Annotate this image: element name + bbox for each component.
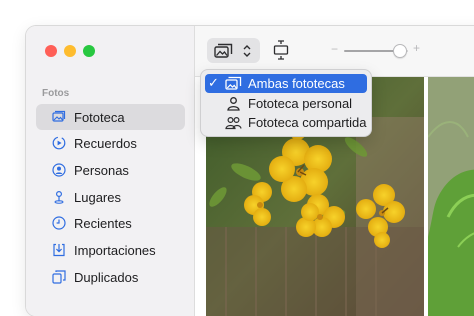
import-icon bbox=[52, 243, 66, 257]
library-menu: ✓ Ambas fototecas Fototeca personal Foto… bbox=[201, 70, 371, 136]
menu-item-ambas-fototecas[interactable]: ✓ Ambas fototecas bbox=[205, 74, 367, 93]
photos-library-icon bbox=[225, 76, 242, 90]
sidebar-item-duplicados[interactable]: Duplicados bbox=[36, 264, 185, 290]
sidebar-item-recuerdos[interactable]: Recuerdos bbox=[36, 130, 185, 156]
close-window-button[interactable] bbox=[45, 45, 57, 57]
menu-item-label: Ambas fototecas bbox=[248, 76, 345, 91]
sidebar-item-personas[interactable]: Personas bbox=[36, 157, 185, 183]
sidebar-item-fototeca[interactable]: Fototeca bbox=[36, 104, 185, 130]
fit-frame-icon[interactable] bbox=[273, 40, 289, 60]
sidebar-item-label: Lugares bbox=[74, 189, 121, 205]
menu-item-fototeca-personal[interactable]: Fototeca personal bbox=[205, 94, 367, 113]
two-people-icon bbox=[225, 116, 242, 130]
sidebar-item-label: Importaciones bbox=[74, 242, 156, 258]
menu-item-label: Fototeca compartida bbox=[248, 115, 367, 130]
photos-library-icon bbox=[214, 43, 233, 58]
minimize-window-button[interactable] bbox=[64, 45, 76, 57]
sidebar-item-label: Recuerdos bbox=[74, 135, 137, 151]
sidebar: Fotos Fototeca Recuerdos Personas Lugare… bbox=[26, 26, 195, 316]
library-selector-button[interactable] bbox=[207, 38, 260, 63]
sidebar-item-label: Duplicados bbox=[74, 269, 139, 285]
zoom-slider-knob[interactable] bbox=[393, 44, 407, 58]
sidebar-item-label: Personas bbox=[74, 162, 129, 178]
checkmark-icon: ✓ bbox=[208, 75, 219, 90]
sidebar-item-label: Recientes bbox=[74, 215, 132, 231]
sidebar-item-importaciones[interactable]: Importaciones bbox=[36, 237, 185, 263]
duplicates-icon bbox=[52, 270, 66, 284]
zoom-window-button[interactable] bbox=[83, 45, 95, 57]
photo-thumbnail-leaves[interactable] bbox=[428, 77, 474, 316]
zoom-slider-track[interactable] bbox=[344, 50, 400, 52]
sidebar-section-label: Fotos bbox=[42, 88, 70, 99]
menu-item-label: Fototeca personal bbox=[248, 96, 353, 111]
sidebar-item-label: Fototeca bbox=[74, 109, 125, 125]
person-icon bbox=[227, 97, 240, 111]
map-pin-icon bbox=[52, 190, 66, 204]
sidebar-item-recientes[interactable]: Recientes bbox=[36, 210, 185, 236]
zoom-in-icon[interactable]: + bbox=[413, 41, 420, 55]
person-circle-icon bbox=[52, 163, 66, 177]
clock-icon bbox=[52, 216, 66, 230]
chevron-up-down-icon bbox=[243, 44, 251, 57]
photos-library-icon bbox=[52, 110, 66, 124]
sidebar-item-lugares[interactable]: Lugares bbox=[36, 184, 185, 210]
menu-item-fototeca-compartida[interactable]: Fototeca compartida bbox=[205, 113, 367, 132]
zoom-out-icon[interactable]: − bbox=[331, 42, 338, 56]
memories-play-icon bbox=[52, 136, 66, 150]
